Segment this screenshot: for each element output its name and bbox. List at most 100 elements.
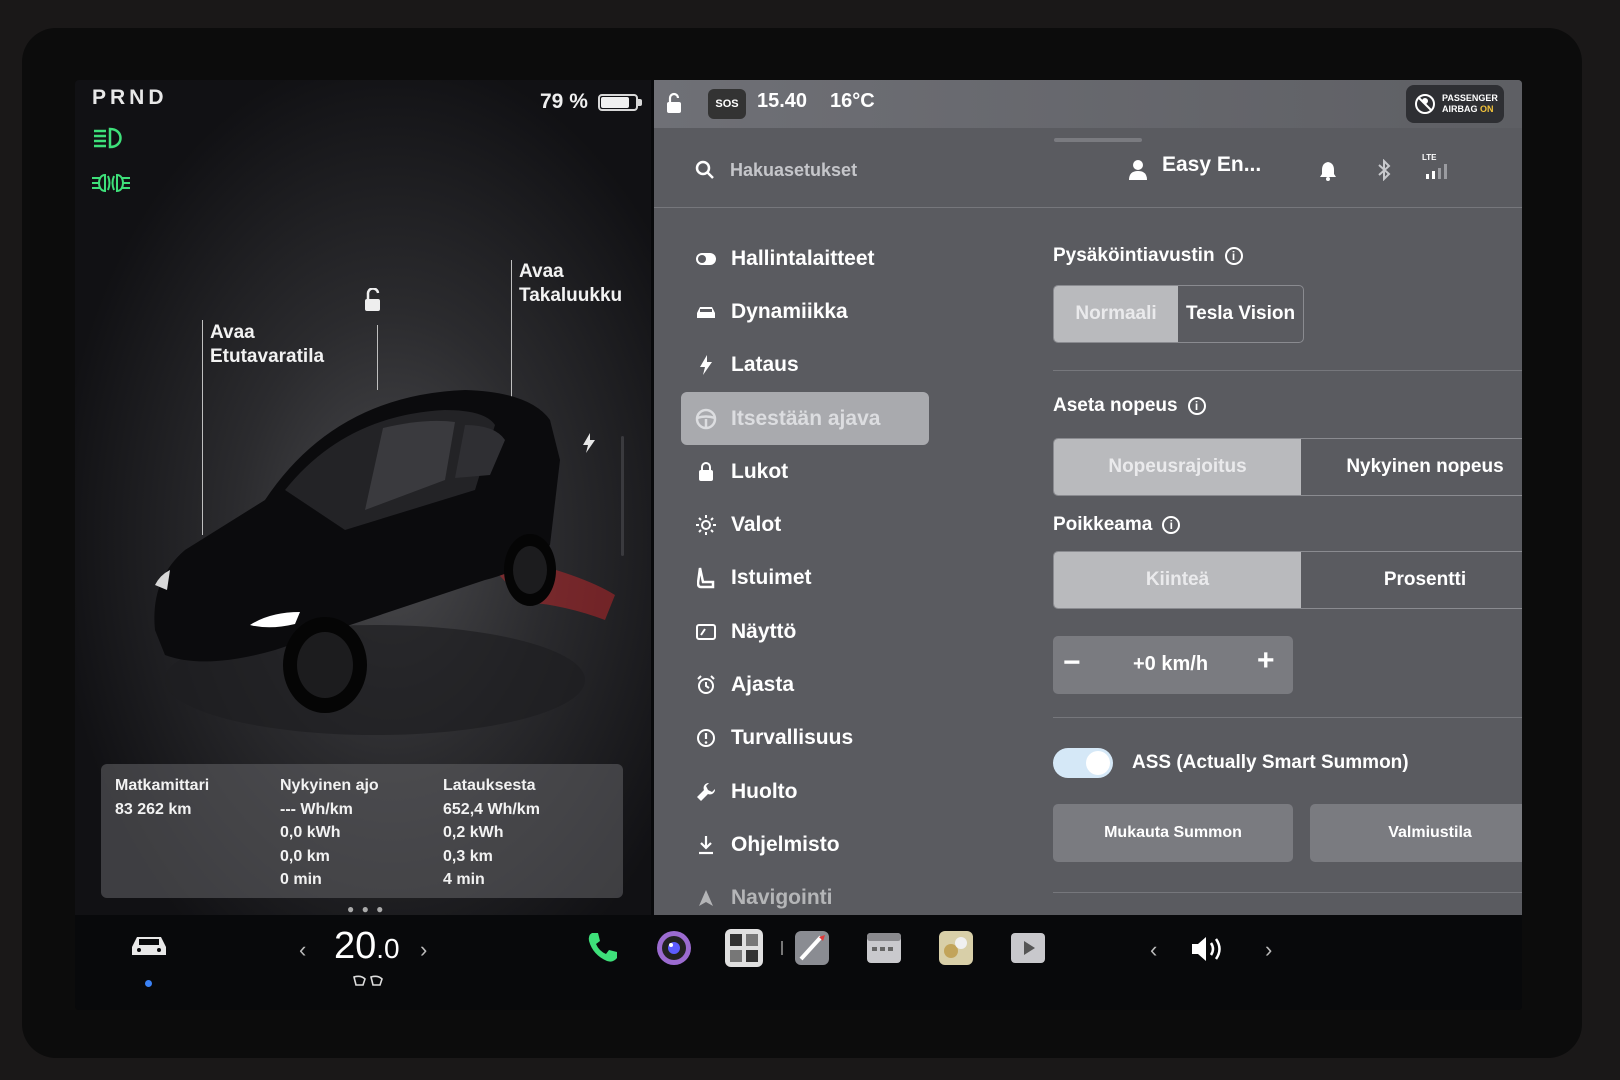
unlock-icon[interactable] [359,288,385,314]
offset-title: Poikkeama i [1053,514,1181,536]
parking-assist-selector: Normaali Tesla Vision [1053,285,1304,343]
media-player-icon[interactable] [1009,929,1047,967]
info-icon[interactable]: i [1187,397,1206,415]
menu-item-locks[interactable]: Lukot [681,445,929,498]
bluetooth-icon[interactable] [1376,159,1392,181]
download-icon [699,835,713,855]
current-trip-title: Nykyinen ajo [280,777,379,794]
seat-icon [697,568,715,589]
odometer-title: Matkamittari [115,777,210,794]
info-icon[interactable]: i [1224,247,1243,265]
toybox-icon[interactable] [937,929,975,967]
signal-strength-icon [1426,164,1447,179]
volume-up-chevron[interactable]: › [1265,937,1272,963]
odometer-value: 83 262 km [115,800,192,818]
seat-heater-icon[interactable] [351,975,385,989]
wrench-icon [697,782,716,801]
parking-assist-title: Pysäköintiavustin i [1053,245,1243,267]
settings-panel: SOS 15.40 16°C PASSENGER AIRBAG ON Hakua… [654,80,1522,915]
camera-icon[interactable] [655,929,693,967]
offset-mode-selector: Kiinteä Prosentti [1053,551,1522,609]
speed-option-limit[interactable]: Nopeusrajoitus [1054,439,1301,495]
bottom-dock: ‹ 20.0 › ‹ › [75,915,1522,1010]
temp-up-chevron[interactable]: › [420,937,427,963]
speed-option-current[interactable]: Nykyinen nopeus [1301,439,1522,495]
airbag-icon [1415,94,1435,114]
vehicle-render [154,390,615,735]
navigation-app-icon[interactable] [793,929,831,967]
menu-item-autopilot[interactable]: Itsestään ajava [681,391,929,446]
menu-item-schedule[interactable]: Ajasta [681,658,929,711]
menu-item-software[interactable]: Ohjelmisto [681,818,929,871]
current-trip-line: 0,0 km [280,847,330,865]
volume-icon[interactable] [1190,935,1226,963]
section-divider [1053,892,1522,893]
lte-label: LTE [1422,153,1437,162]
search-icon [695,160,714,179]
settings-search-input[interactable] [730,153,1090,187]
menu-item-safety[interactable]: Turvallisuus [681,712,929,765]
open-trunk-button[interactable]: Avaa Takaluukku [519,260,622,308]
offset-option-fixed[interactable]: Kiinteä [1054,552,1301,608]
drag-handle[interactable] [1054,138,1142,142]
standby-mode-button[interactable]: Valmiustila [1310,804,1522,862]
steering-wheel-icon [695,408,717,429]
menu-item-lights[interactable]: Valot [681,498,929,551]
calendar-icon[interactable] [865,929,903,967]
current-trip-line: 0,0 kWh [280,824,341,841]
gear-indicator: PRND [92,86,168,109]
trip-stats-card[interactable]: Matkamittari 83 262 km Nykyinen ajo --- … [101,764,623,898]
menu-item-controls[interactable]: Hallintalaitteet [681,232,929,285]
apps-launcher-icon[interactable] [725,929,763,967]
since-charge-line: 652,4 Wh/km [443,800,540,818]
panel-scrollbar[interactable] [621,436,624,556]
offset-option-percent[interactable]: Prosentti [1301,552,1522,608]
clock: 15.40 [757,90,808,112]
sos-button[interactable]: SOS [708,89,746,119]
settings-menu: Hallintalaitteet Dynamiikka Lataus Itses… [681,232,929,925]
battery-percent: 79 % [540,90,588,113]
header-divider [654,207,1522,208]
dock-separator [781,941,783,955]
current-trip-line: 0 min [280,871,322,888]
menu-item-dynamics[interactable]: Dynamiikka [681,285,929,338]
since-charge-title: Latauksesta [443,777,536,794]
car-icon [697,306,715,318]
set-speed-selector: Nopeusrajoitus Nykyinen nopeus [1053,438,1522,496]
phone-icon[interactable] [583,929,621,967]
outside-temperature: 16°C [830,90,875,112]
parking-option-normal[interactable]: Normaali [1054,286,1178,342]
touchscreen: PRND 79 % Avaa Etutavaratila Avaa Takalu… [75,80,1522,1010]
menu-item-service[interactable]: Huolto [681,765,929,818]
page-dots[interactable]: ● ● ● [347,902,385,916]
alert-icon [697,729,715,748]
display-icon [696,623,716,640]
decrease-offset-button[interactable]: − [1063,648,1081,678]
increase-offset-button[interactable]: + [1257,646,1275,676]
customize-summon-button[interactable]: Mukauta Summon [1053,804,1293,862]
cabin-temperature[interactable]: 20.0 [334,925,400,968]
open-frunk-button[interactable]: Avaa Etutavaratila [210,321,324,369]
lock-status-icon[interactable] [664,92,684,114]
temp-down-chevron[interactable]: ‹ [299,937,306,963]
menu-item-display[interactable]: Näyttö [681,605,929,658]
parking-option-tesla-vision[interactable]: Tesla Vision [1178,286,1303,342]
bell-icon[interactable] [1319,161,1337,181]
info-icon[interactable]: i [1162,516,1181,534]
volume-down-chevron[interactable]: ‹ [1150,937,1157,963]
menu-item-seats[interactable]: Istuimet [681,552,929,605]
driver-profile-button[interactable]: Easy En... [1162,153,1261,177]
set-speed-title: Aseta nopeus i [1053,395,1206,417]
offset-value: +0 km/h [1133,653,1209,675]
car-icon[interactable] [129,931,169,961]
toggle-icon [696,252,716,265]
lock-icon [699,461,713,481]
smart-summon-toggle[interactable] [1053,748,1113,778]
active-indicator [145,980,152,987]
headlight-icon [94,127,122,149]
battery-icon [598,94,642,111]
profile-icon [1129,160,1147,180]
sun-icon [696,515,716,536]
menu-item-charging[interactable]: Lataus [681,339,929,392]
lightning-icon [700,355,712,376]
